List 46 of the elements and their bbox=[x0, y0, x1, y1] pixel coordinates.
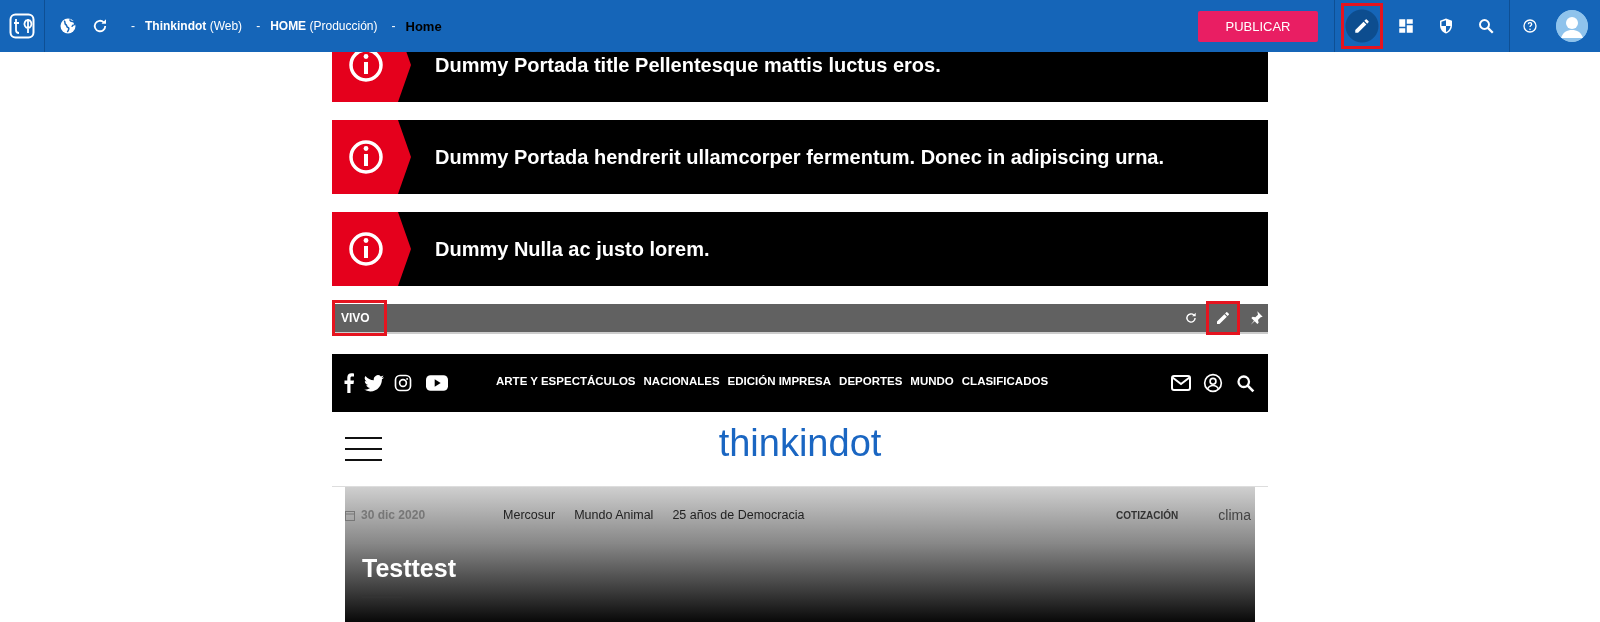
calendar-icon bbox=[345, 509, 355, 521]
video-play-icon[interactable] bbox=[426, 375, 448, 391]
refresh-icon[interactable] bbox=[91, 17, 109, 35]
globe-icon[interactable] bbox=[59, 17, 77, 35]
facebook-icon[interactable] bbox=[344, 373, 354, 393]
edit-button[interactable] bbox=[1341, 3, 1383, 49]
twitter-icon[interactable] bbox=[364, 374, 384, 392]
refresh-icon[interactable] bbox=[1184, 311, 1198, 325]
menu-icon[interactable] bbox=[345, 437, 382, 461]
alert-text[interactable]: Dummy Nulla ac justo lorem. bbox=[435, 237, 710, 261]
breadcrumb-separator: - bbox=[256, 19, 261, 33]
shield-icon bbox=[1437, 17, 1455, 35]
topic-link[interactable]: Mundo Animal bbox=[574, 508, 654, 522]
date-text: 30 dic 2020 bbox=[361, 508, 426, 522]
nav-link[interactable]: DEPORTES bbox=[839, 375, 903, 387]
nav-link[interactable]: MUNDO bbox=[910, 375, 954, 387]
topic-link[interactable]: Mercosur bbox=[503, 508, 556, 522]
topic-link[interactable]: 25 años de Democracia bbox=[672, 508, 805, 522]
breadcrumb-separator: - bbox=[131, 19, 135, 33]
edit-icon bbox=[1353, 17, 1371, 35]
weather-image-alt: clima bbox=[1218, 508, 1252, 522]
nav-link[interactable]: CLASIFICADOS bbox=[961, 375, 1049, 387]
breadcrumb-item[interactable]: Thinkindot (Web) bbox=[145, 19, 243, 33]
edit-button[interactable] bbox=[1206, 301, 1240, 335]
nav-link[interactable]: EDICIÓN IMPRESA bbox=[727, 375, 832, 387]
quote-label[interactable]: COTIZACIÓN bbox=[1116, 509, 1179, 521]
user-icon[interactable] bbox=[1203, 373, 1223, 393]
search-icon[interactable] bbox=[1235, 372, 1256, 394]
layout-icon bbox=[1397, 17, 1415, 35]
avatar-icon[interactable] bbox=[1556, 10, 1588, 42]
search-icon bbox=[1477, 17, 1495, 35]
nav-link[interactable]: ARTE Y ESPECTÁCULOS bbox=[496, 375, 636, 387]
site-logo[interactable]: thinkindot bbox=[332, 422, 1268, 465]
instagram-icon[interactable] bbox=[394, 374, 412, 392]
publish-button[interactable]: PUBLICAR bbox=[1198, 10, 1318, 42]
mail-icon[interactable] bbox=[1171, 375, 1191, 391]
article-title[interactable]: Testtest bbox=[362, 554, 456, 583]
nav-link[interactable]: NACIONALES bbox=[643, 375, 720, 387]
breadcrumb-separator: - bbox=[391, 19, 396, 33]
info-icon bbox=[332, 212, 411, 286]
edit-icon bbox=[1215, 310, 1231, 326]
live-label: VIVO bbox=[332, 300, 387, 336]
info-icon bbox=[332, 120, 411, 194]
help-icon[interactable] bbox=[1522, 18, 1538, 34]
breadcrumb-item[interactable]: HOME (Producción) bbox=[270, 19, 378, 33]
page-title: Home bbox=[405, 18, 442, 34]
